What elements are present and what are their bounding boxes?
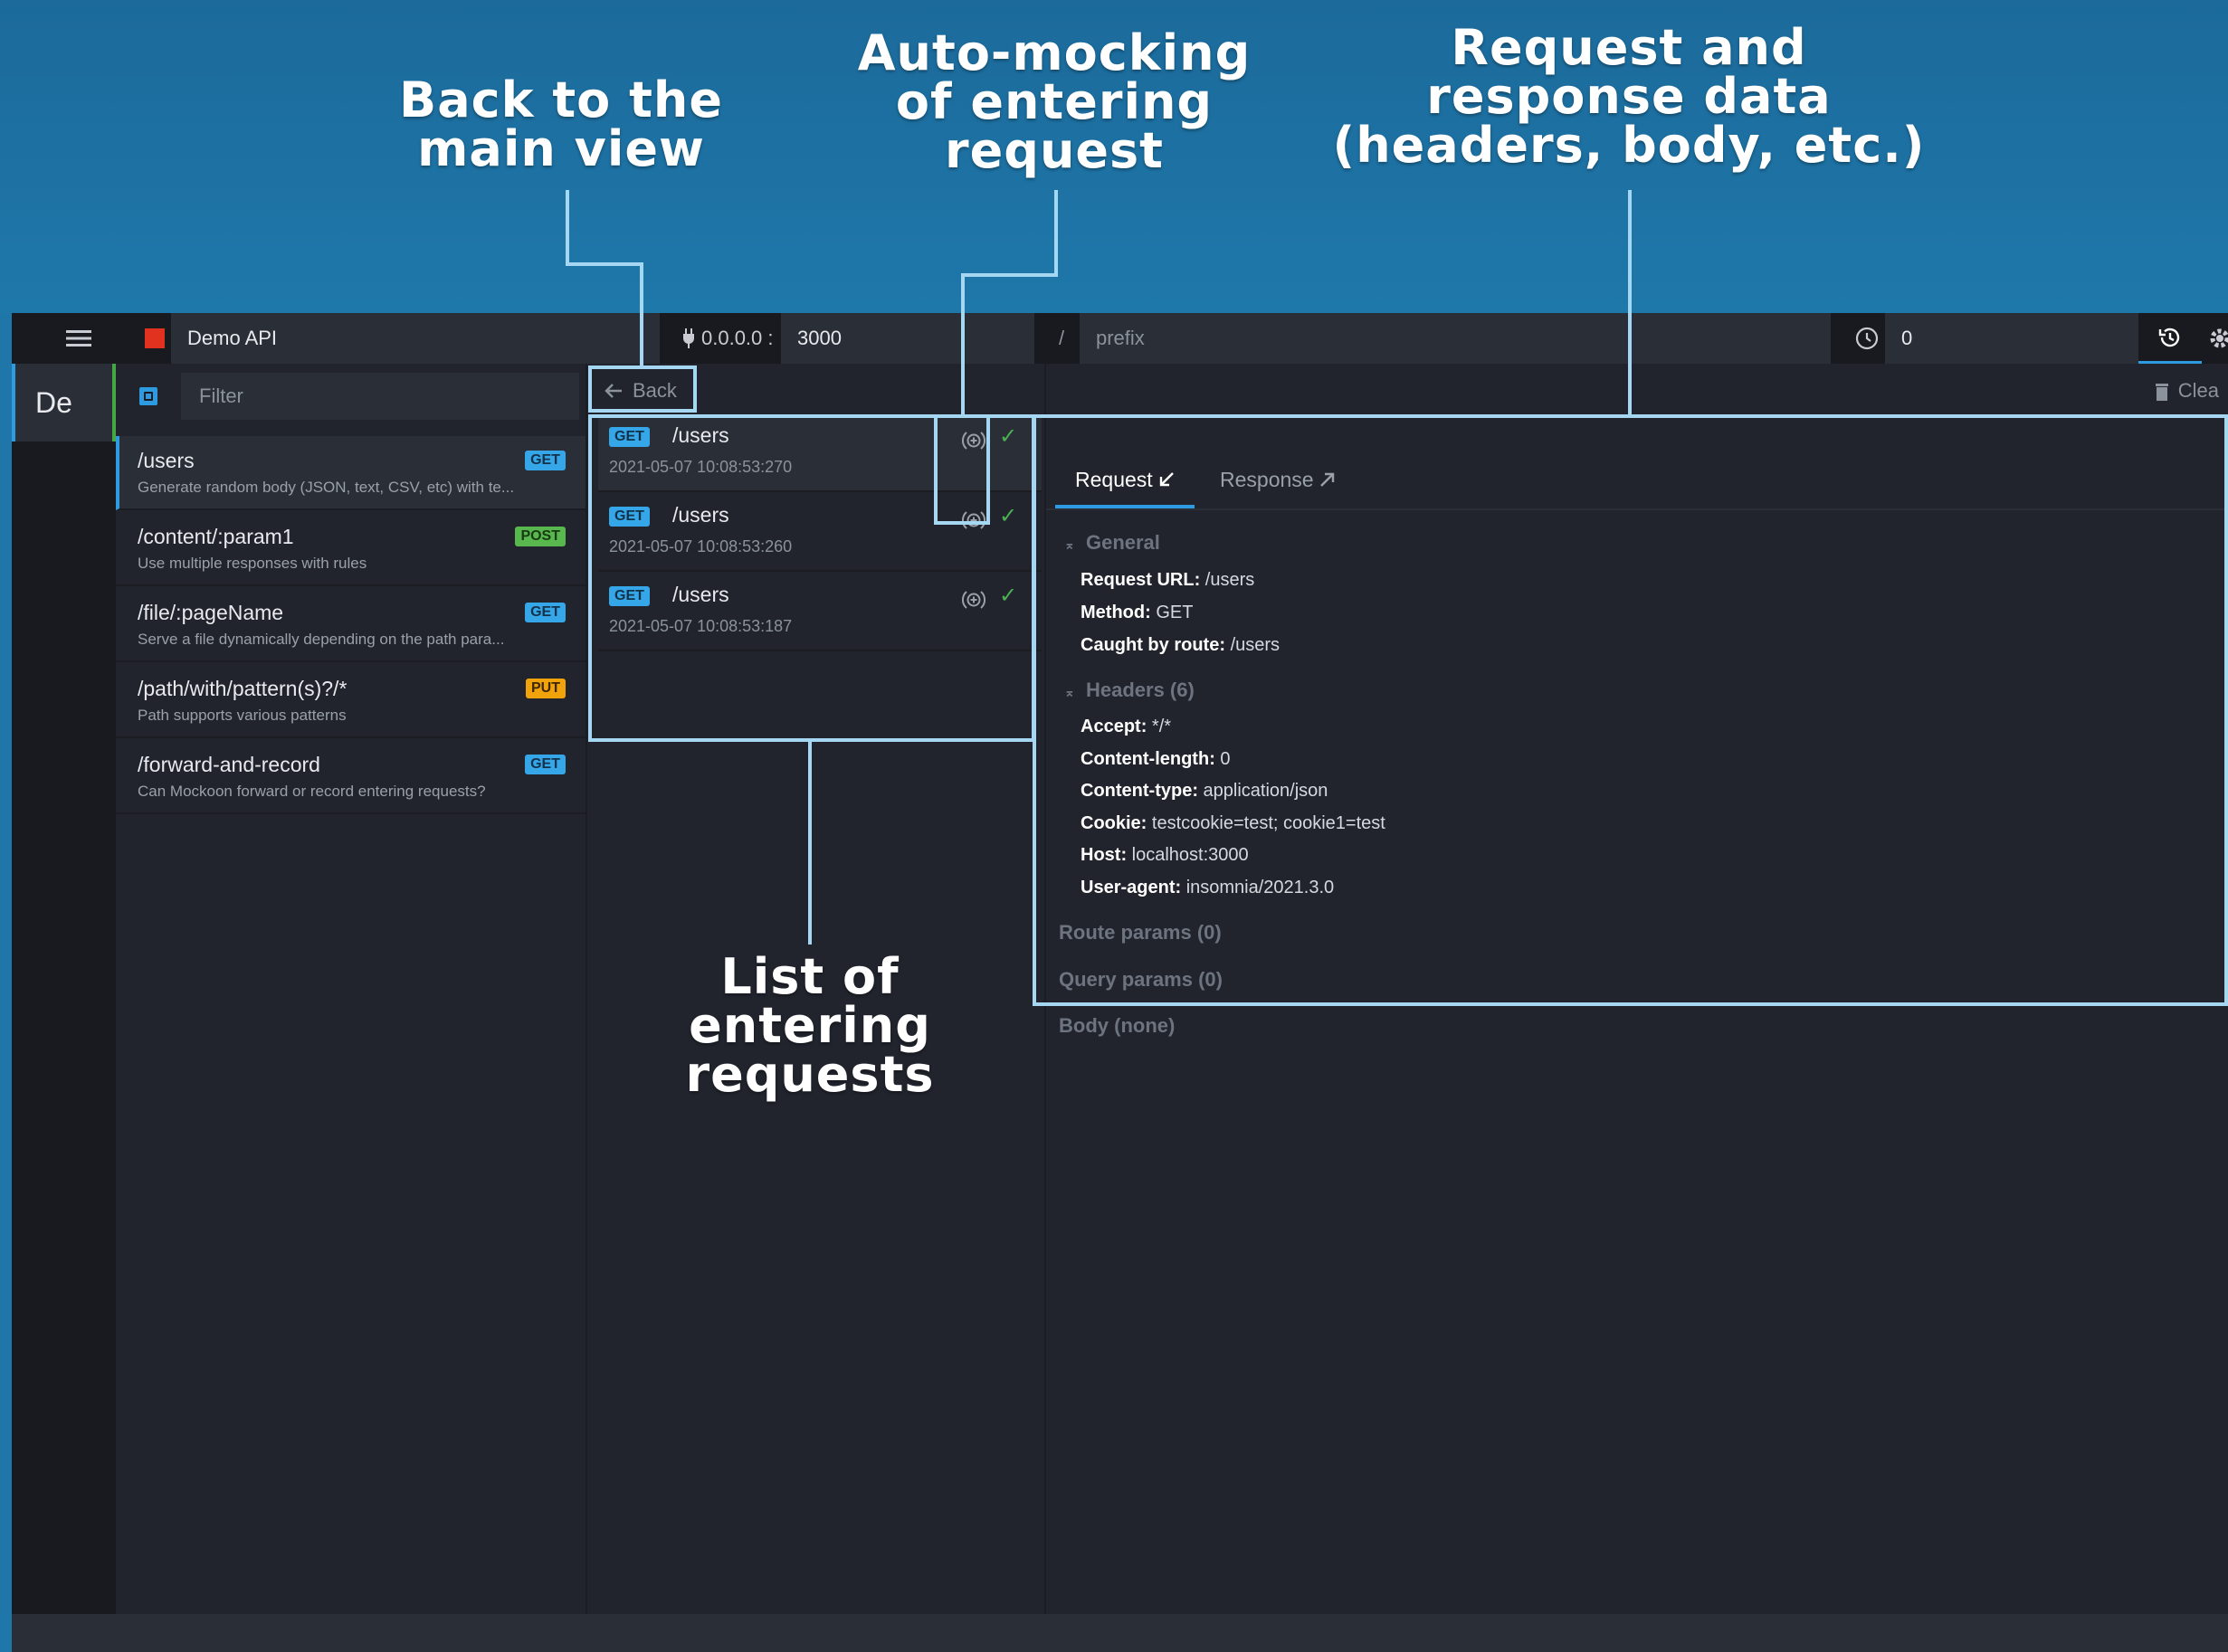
method-badge: GET xyxy=(525,603,566,622)
routes-panel: Filter /users Generate random body (JSON… xyxy=(116,364,587,1652)
callout-line: Auto-mocking xyxy=(857,24,1252,81)
route-item[interactable]: /forward-and-record Can Mockoon forward … xyxy=(116,740,586,814)
environment-name-input[interactable]: Demo API xyxy=(171,313,660,364)
annotation-box-mock-icons xyxy=(934,414,990,525)
connector-line xyxy=(961,273,1058,277)
method-badge: GET xyxy=(525,451,566,470)
environment-rail xyxy=(12,364,116,1652)
route-filter-input[interactable]: Filter xyxy=(181,373,579,420)
route-description: Path supports various patterns xyxy=(138,707,347,724)
route-description: Can Mockoon forward or record entering r… xyxy=(138,783,486,800)
plug-icon xyxy=(683,328,694,348)
connector-line xyxy=(1628,190,1632,416)
callout-line: response data xyxy=(1426,68,1832,125)
method-badge: POST xyxy=(515,527,566,546)
callout-line: main view xyxy=(417,120,705,177)
logs-history-icon[interactable] xyxy=(2138,313,2202,364)
filter-row: Filter xyxy=(116,364,586,429)
connector-line xyxy=(961,273,965,416)
method-badge: PUT xyxy=(526,679,566,698)
body-section[interactable]: Body (none) xyxy=(1059,1014,1175,1038)
route-path: /forward-and-record xyxy=(138,753,320,776)
connector-line xyxy=(566,262,643,266)
callout-line: of entering xyxy=(895,73,1214,130)
callout-line: requests xyxy=(685,1046,935,1103)
callout-request-response-data: Request and response data (headers, body… xyxy=(1321,24,1937,170)
hamburger-icon[interactable] xyxy=(66,313,120,364)
gear-icon[interactable] xyxy=(2202,313,2228,364)
route-description: Generate random body (JSON, text, CSV, e… xyxy=(138,479,515,496)
port-input[interactable]: 3000 xyxy=(781,313,1034,364)
hostname-label: 0.0.0.0 : xyxy=(671,313,788,364)
route-item[interactable]: /file/:pageName Serve a file dynamically… xyxy=(116,588,586,662)
annotation-box-back xyxy=(588,366,697,413)
connector-line xyxy=(566,190,569,266)
connector-line xyxy=(640,262,643,367)
callout-line: entering xyxy=(689,997,931,1054)
connector-line xyxy=(808,740,812,945)
route-path: /users xyxy=(138,449,195,472)
callout-line: List of xyxy=(720,948,900,1005)
route-item[interactable]: /path/with/pattern(s)?/* Path supports v… xyxy=(116,664,586,738)
callout-back-to-main-view: Back to the main view xyxy=(389,76,733,174)
route-item[interactable]: /users Generate random body (JSON, text,… xyxy=(116,436,586,510)
add-route-icon[interactable] xyxy=(139,387,157,405)
clear-logs-button[interactable]: Clea xyxy=(2155,371,2219,411)
connector-line xyxy=(1054,190,1058,277)
prefix-input[interactable]: prefix xyxy=(1080,313,1831,364)
route-description: Serve a file dynamically depending on th… xyxy=(138,631,505,648)
callout-line: (headers, body, etc.) xyxy=(1332,117,1926,174)
callout-line: request xyxy=(945,122,1164,179)
route-item[interactable]: /content/:param1 Use multiple responses … xyxy=(116,512,586,586)
top-bar: Demo API 0.0.0.0 : 3000 / prefix 0 xyxy=(12,313,2228,364)
callout-list-of-requests: List of entering requests xyxy=(652,953,968,1099)
callout-auto-mocking: Auto-mocking of entering request xyxy=(851,29,1258,176)
method-badge: GET xyxy=(525,755,566,774)
callout-line: Request and xyxy=(1451,19,1807,76)
route-path: /file/:pageName xyxy=(138,601,284,624)
clear-label: Clea xyxy=(2177,379,2219,402)
callout-line: Back to the xyxy=(399,71,723,128)
latency-input[interactable]: 0 xyxy=(1885,313,2138,364)
route-path: /content/:param1 xyxy=(138,525,294,548)
annotation-box-request-data xyxy=(1033,414,2228,1006)
route-path: /path/with/pattern(s)?/* xyxy=(138,677,348,700)
host-text: 0.0.0.0 : xyxy=(701,327,774,349)
route-description: Use multiple responses with rules xyxy=(138,555,367,572)
trash-icon xyxy=(2155,384,2168,401)
environment-tile-demo[interactable]: De xyxy=(12,364,116,441)
status-bar xyxy=(12,1614,2228,1652)
prefix-slash: / xyxy=(1058,327,1065,349)
